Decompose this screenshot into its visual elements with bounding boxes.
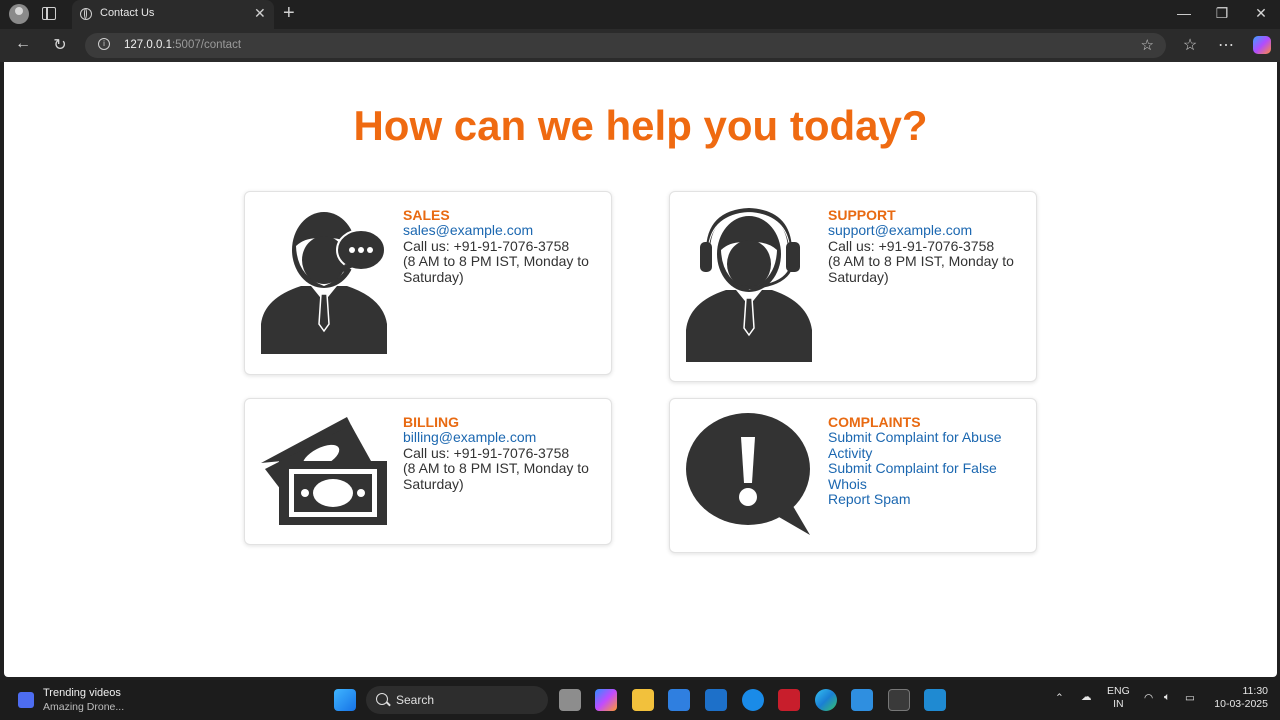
phone-text: Call us: +91-91-7076-3758 (828, 237, 995, 254)
taskbar-search[interactable]: Search (366, 686, 548, 714)
widget-subtitle[interactable]: Amazing Drone... (43, 701, 124, 713)
card-title: SUPPORT (828, 207, 896, 223)
show-hidden-icons-icon[interactable]: ⌃ (1055, 692, 1064, 705)
hours-text: (8 AM to 8 PM IST, Monday to Saturday) (403, 460, 589, 492)
sales-person-chat-icon (261, 212, 387, 354)
back-icon[interactable]: ← (12, 35, 34, 53)
hp-app-icon[interactable] (705, 689, 727, 711)
arrow-app-icon[interactable] (851, 689, 873, 711)
tab-title: Contact Us (100, 7, 155, 19)
lang-line1: ENG (1107, 685, 1130, 697)
date-text: 10-03-2025 (1214, 698, 1268, 710)
task-view-icon[interactable] (559, 689, 581, 711)
active-tab[interactable]: Contact Us ✕ (72, 0, 274, 29)
exclamation-speech-bubble-icon (686, 413, 810, 535)
globe-icon (80, 8, 92, 20)
widget-title[interactable]: Trending videos (43, 687, 121, 699)
edge-icon[interactable] (815, 689, 837, 711)
address-bar[interactable]: i 127.0.0.1:5007/contact ☆ (85, 33, 1166, 58)
reload-icon[interactable]: ↻ (49, 35, 71, 55)
copilot-app-icon[interactable] (595, 689, 617, 711)
card-title: SALES (403, 207, 450, 223)
search-label: Search (396, 693, 435, 707)
browser-tab-strip: Contact Us ✕ + — ❐ ✕ (0, 0, 1280, 29)
widgets-icon[interactable] (18, 692, 34, 708)
profile-avatar-icon[interactable] (9, 4, 29, 24)
support-headset-person-icon (686, 207, 812, 362)
phone-text: Call us: +91-91-7076-3758 (403, 237, 570, 254)
language-indicator[interactable]: ENG IN (1107, 685, 1130, 711)
wifi-icon[interactable]: ◠ (1144, 692, 1153, 705)
favorites-icon[interactable]: ☆ (1179, 35, 1201, 55)
hours-text: (8 AM to 8 PM IST, Monday to Saturday) (828, 253, 1014, 285)
site-info-icon[interactable]: i (98, 38, 110, 50)
close-window-icon[interactable]: ✕ (1251, 5, 1271, 22)
time-text: 11:30 (1242, 685, 1269, 697)
copilot-icon[interactable] (1253, 36, 1271, 54)
report-spam-link[interactable]: Report Spam (828, 491, 1028, 507)
battery-icon[interactable]: ▭ (1185, 692, 1195, 705)
phone-text: Call us: +91-91-7076-3758 (403, 444, 570, 461)
support-card: SUPPORT support@example.com Call us: +91… (669, 191, 1037, 382)
complaints-card: COMPLAINTS Submit Complaint for Abuse Ac… (669, 398, 1037, 553)
volume-icon[interactable]: 🔈︎ (1164, 691, 1170, 704)
file-explorer-icon[interactable] (632, 689, 654, 711)
billing-card: BILLING billing@example.com Call us: +91… (244, 398, 612, 545)
start-icon[interactable] (334, 689, 356, 711)
complaints-info: COMPLAINTS Submit Complaint for Abuse Ac… (828, 414, 1028, 507)
page-heading: How can we help you today? (353, 102, 928, 149)
support-email-link[interactable]: support@example.com (828, 222, 1028, 238)
clock[interactable]: 11:30 10-03-2025 (1208, 685, 1268, 711)
store-icon[interactable] (668, 689, 690, 711)
close-tab-icon[interactable]: ✕ (254, 5, 266, 22)
page-viewport: How can we help you today? SALES sales@e… (4, 62, 1277, 677)
hours-text: (8 AM to 8 PM IST, Monday to Saturday) (403, 253, 589, 285)
card-title: BILLING (403, 414, 459, 430)
url-host: 127.0.0.1 (124, 39, 172, 51)
sales-email-link[interactable]: sales@example.com (403, 222, 603, 238)
maximize-icon[interactable]: ❐ (1212, 5, 1232, 22)
new-tab-icon[interactable]: + (283, 3, 295, 23)
minimize-icon[interactable]: — (1174, 5, 1194, 21)
abuse-complaint-link[interactable]: Submit Complaint for Abuse Activity (828, 430, 1028, 461)
browser-toolbar: ← ↻ i 127.0.0.1:5007/contact ☆ ☆ ⋯ (0, 29, 1280, 62)
more-menu-icon[interactable]: ⋯ (1215, 35, 1237, 55)
support-info: SUPPORT support@example.com Call us: +91… (828, 207, 1028, 285)
browser-app-icon[interactable] (742, 689, 764, 711)
favorite-star-icon[interactable]: ☆ (1141, 36, 1154, 54)
onedrive-icon[interactable]: ☁ (1081, 691, 1092, 704)
tab-actions-icon[interactable] (42, 7, 56, 20)
card-title: COMPLAINTS (828, 414, 921, 430)
sales-info: SALES sales@example.com Call us: +91-91-… (403, 207, 603, 285)
url-path: :5007/contact (171, 39, 242, 51)
mcafee-icon[interactable] (778, 689, 800, 711)
money-bills-icon (261, 417, 387, 525)
url-text[interactable]: 127.0.0.1:5007/contact (124, 39, 241, 51)
taskbar: Trending videos Amazing Drone... Search … (0, 680, 1280, 720)
false-whois-complaint-link[interactable]: Submit Complaint for False Whois (828, 461, 1028, 492)
billing-info: BILLING billing@example.com Call us: +91… (403, 414, 603, 492)
billing-email-link[interactable]: billing@example.com (403, 429, 603, 445)
vscode-icon[interactable] (924, 689, 946, 711)
search-icon (376, 693, 388, 705)
terminal-icon[interactable] (888, 689, 910, 711)
sales-card: SALES sales@example.com Call us: +91-91-… (244, 191, 612, 375)
lang-line2: IN (1113, 698, 1124, 710)
